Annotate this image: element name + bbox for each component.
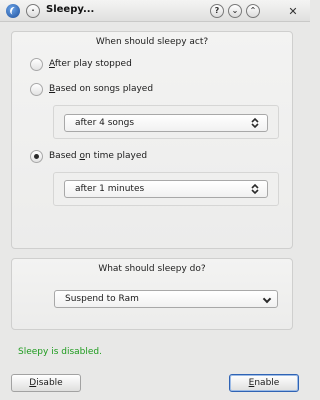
chevron-down-icon[interactable] — [262, 294, 272, 304]
radio-label: After play stopped — [49, 59, 132, 69]
spin-arrows-icon[interactable] — [251, 183, 259, 195]
maximize-glyph: ⌃ — [249, 6, 257, 15]
minimize-glyph: ⌄ — [231, 6, 239, 15]
disable-button[interactable]: Disable — [11, 374, 81, 392]
radio-after-play-stopped[interactable]: After play stopped — [30, 56, 132, 72]
songs-spinbox[interactable]: after 4 songs — [64, 114, 268, 132]
minimize-icon[interactable]: ⌄ — [228, 4, 242, 18]
time-spinbox[interactable]: after 1 minutes — [64, 180, 268, 198]
spin-arrows-icon[interactable] — [251, 117, 259, 129]
radio-label: Based on songs played — [49, 84, 154, 94]
enable-label: Enable — [248, 378, 280, 388]
radio-button[interactable] — [30, 82, 43, 96]
pin-glyph: · — [31, 6, 35, 15]
songs-panel: after 4 songs — [53, 105, 279, 139]
status-text: Sleepy is disabled. — [18, 347, 102, 357]
radio-label: Based on time played — [49, 151, 148, 161]
disable-label: Disable — [29, 378, 63, 388]
maximize-icon[interactable]: ⌃ — [246, 4, 260, 18]
help-icon[interactable]: ? — [210, 4, 224, 18]
help-glyph: ? — [214, 6, 220, 15]
close-glyph: ✕ — [288, 4, 298, 18]
enable-button[interactable]: Enable — [229, 374, 299, 392]
what-group: What should sleepy do? Suspend to Ram — [11, 258, 293, 330]
radio-based-on-songs[interactable]: Based on songs played — [30, 81, 153, 97]
what-group-title: What should sleepy do? — [98, 264, 206, 274]
time-panel: after 1 minutes — [53, 172, 279, 206]
when-group-title: When should sleepy act? — [95, 37, 209, 47]
songs-value: after 4 songs — [75, 118, 135, 128]
time-value: after 1 minutes — [75, 184, 145, 194]
radio-button[interactable] — [30, 149, 43, 163]
close-icon[interactable]: ✕ — [286, 4, 300, 18]
pin-icon[interactable]: · — [26, 4, 40, 18]
radio-button[interactable] — [30, 57, 43, 71]
sleepy-app-icon[interactable] — [6, 4, 20, 18]
radio-based-on-time[interactable]: Based on time played — [30, 148, 147, 164]
window-title: Sleepy... — [46, 4, 95, 15]
title-bar[interactable]: · Sleepy... ? ⌄ ⌃ ✕ — [0, 0, 310, 22]
when-group: When should sleepy act? After play stopp… — [11, 31, 293, 249]
action-dropdown[interactable]: Suspend to Ram — [54, 290, 278, 308]
action-value: Suspend to Ram — [65, 294, 139, 304]
